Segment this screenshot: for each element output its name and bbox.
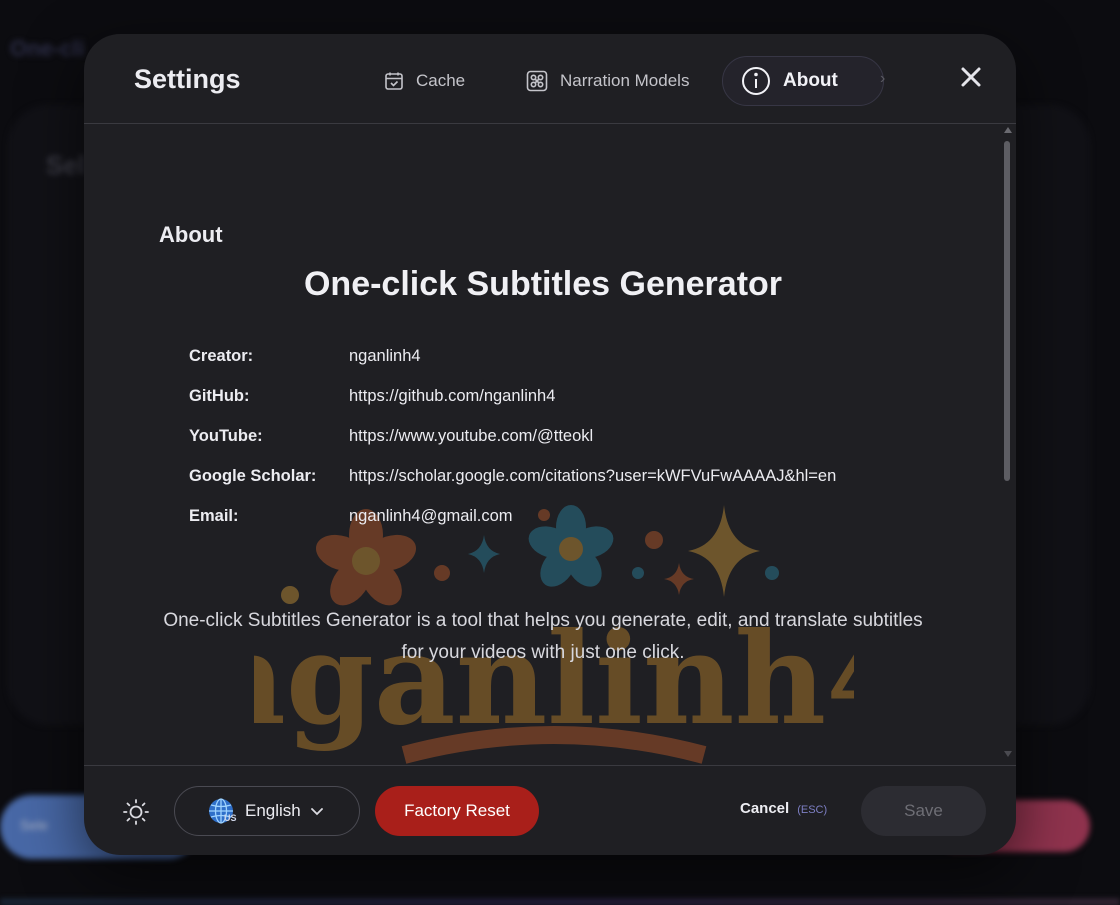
settings-modal: Settings Cache Narration Models About › … [84,34,1016,855]
chevron-down-icon [310,801,323,821]
scrollbar[interactable] [1002,127,1012,757]
flower-blue [528,505,614,587]
section-heading: About [159,222,223,247]
cancel-button[interactable]: Cancel (ESC) [740,800,827,817]
info-label: GitHub: [189,387,250,405]
language-selector[interactable]: US English [174,786,360,836]
background-bottom-strip [0,899,1120,905]
save-button[interactable]: Save [861,786,986,836]
youtube-link[interactable]: https://www.youtube.com/@tteokl [349,427,593,446]
sparkle-blue [468,535,500,573]
scroll-up-arrow[interactable] [1004,127,1012,133]
modal-footer: US English Factory Reset Cancel (ESC) Sa… [84,765,1016,855]
tab-about[interactable]: About [722,56,884,106]
email-link[interactable]: nganlinh4@gmail.com [349,507,513,526]
dot-4 [645,531,663,549]
background-app-title: One-cli [10,36,85,61]
app-description: One-click Subtitles Generator is a tool … [163,610,923,663]
github-link[interactable]: https://github.com/nganlinh4 [349,387,555,406]
creator-value: nganlinh4 [349,347,421,365]
language-region-label: US [224,813,237,823]
dot-3 [538,509,550,521]
close-button[interactable] [954,62,988,96]
scroll-down-arrow[interactable] [1004,751,1012,757]
tabs-scroll-right-icon[interactable]: › [880,70,885,88]
dot-2 [434,565,450,581]
calendar-check-icon [384,71,404,91]
about-panel: nganlinh4 About One-click Subtitles Gene… [84,125,1016,765]
tab-narration-models-label: Narration Models [560,71,690,90]
info-label: Email: [189,507,239,525]
info-label: YouTube: [189,427,263,445]
theme-toggle-button[interactable] [122,798,150,826]
language-label: English [245,801,301,820]
tab-cache[interactable]: Cache [372,56,477,106]
info-label: Google Scholar: [189,467,317,485]
dot-5 [632,567,644,579]
close-icon [960,66,982,93]
dot-1 [281,586,299,604]
scrollbar-thumb[interactable] [1004,141,1010,481]
tab-about-label: About [783,70,838,91]
info-circle-icon [741,66,771,96]
tab-narration-models[interactable]: Narration Models [514,56,701,106]
background-select-label: Sele [20,817,49,833]
sun-icon [122,799,150,830]
modal-header: Settings Cache Narration Models About › [84,34,1016,124]
cancel-label: Cancel [740,800,790,817]
factory-reset-button[interactable]: Factory Reset [375,786,539,836]
app-name-title: One-click Subtitles Generator [303,265,783,303]
globe-icon: US [207,797,237,825]
model-grid-icon [526,70,548,92]
background-card-label: Sel [46,150,86,180]
sparkle-gold [688,505,760,597]
modal-title: Settings [134,64,241,94]
cancel-shortcut-hint: (ESC) [797,804,828,816]
dot-6 [765,566,779,580]
tab-cache-label: Cache [416,71,466,90]
google-scholar-link[interactable]: https://scholar.google.com/citations?use… [349,467,836,486]
info-label: Creator: [189,347,254,365]
sparkle-orange [664,563,694,595]
